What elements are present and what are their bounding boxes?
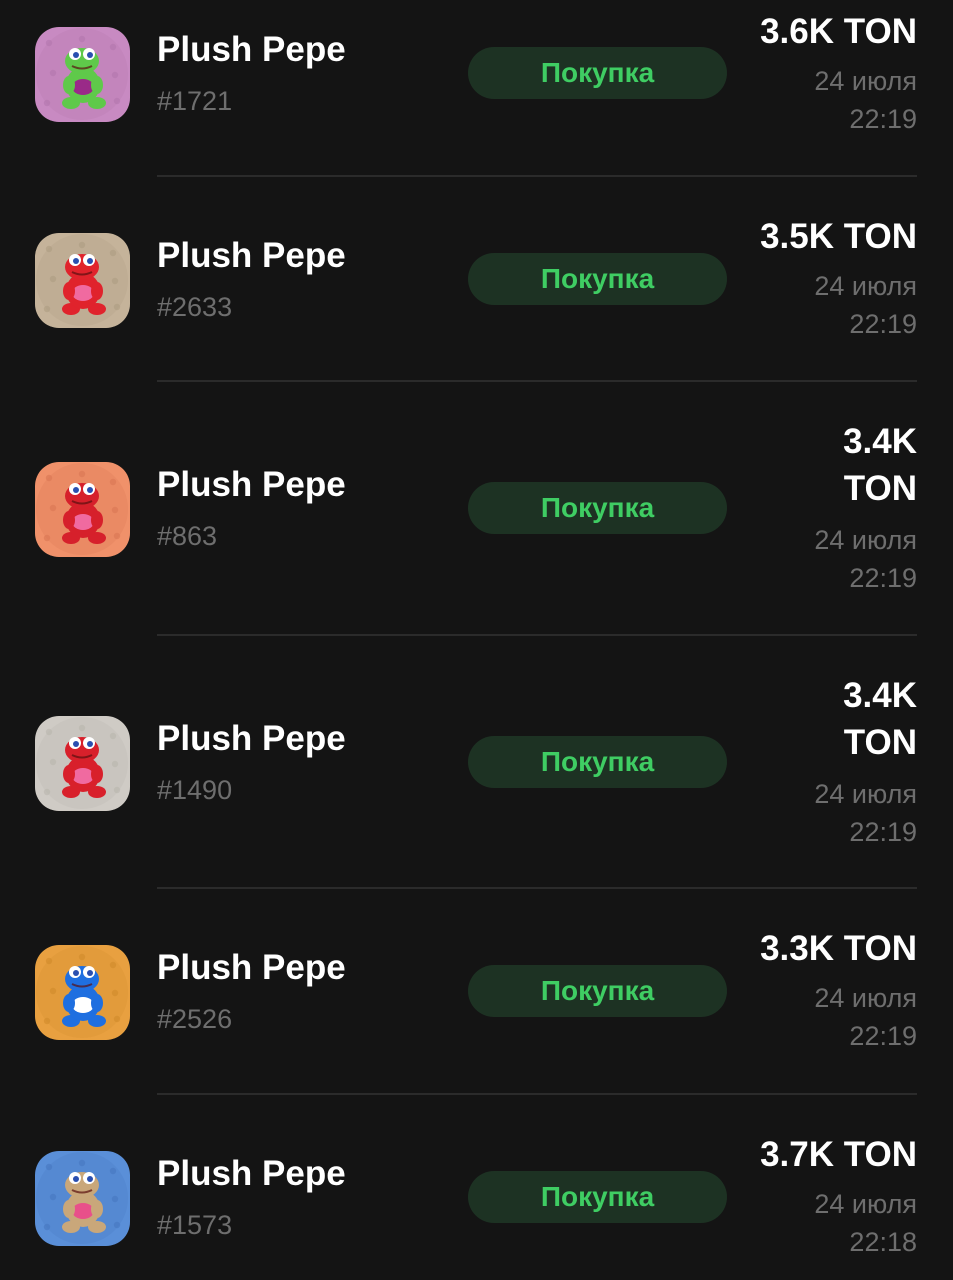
pepe-red-plush-icon [35, 462, 130, 557]
pepe-blue-plush-icon [35, 945, 130, 1040]
item-number: #1490 [157, 775, 233, 805]
item-name: Plush Pepe [157, 465, 346, 504]
item-name: Plush Pepe [157, 1154, 346, 1193]
list-item[interactable]: Plush Pepe #863 Покупка 3.4K TON 24 июля… [0, 382, 953, 635]
item-price: 3.3K TON [760, 929, 917, 968]
pepe-green-plush-icon [35, 27, 130, 122]
purchase-status-button[interactable]: Покупка [468, 47, 727, 99]
item-number: #2633 [157, 292, 233, 322]
purchase-status-button[interactable]: Покупка [468, 253, 727, 305]
item-number: #2526 [157, 1004, 233, 1034]
item-number: #1573 [157, 1210, 233, 1240]
item-price: 3.4K TON [732, 672, 917, 766]
list-item[interactable]: Plush Pepe #2526 Покупка 3.3K TON 24 июл… [0, 889, 953, 1094]
price-amount: 3.4K [843, 422, 917, 461]
purchase-status-button[interactable]: Покупка [468, 482, 727, 534]
item-price: 3.6K TON [760, 12, 917, 51]
item-date: 24 июля [814, 1189, 917, 1219]
purchase-status-button[interactable]: Покупка [468, 1171, 727, 1223]
item-price: 3.5K TON [760, 217, 917, 256]
item-date: 24 июля [814, 779, 917, 809]
item-date: 24 июля [814, 525, 917, 555]
item-number: #1721 [157, 86, 233, 116]
price-amount: 3.4K [843, 676, 917, 715]
item-time: 22:19 [849, 309, 917, 339]
pepe-red-plush-icon [35, 233, 130, 328]
item-name: Plush Pepe [157, 719, 346, 758]
item-name: Plush Pepe [157, 948, 346, 987]
list-item[interactable]: Plush Pepe #2633 Покупка 3.5K TON 24 июл… [0, 177, 953, 382]
price-currency: TON [843, 469, 917, 508]
list-item[interactable]: Plush Pepe #1490 Покупка 3.4K TON 24 июл… [0, 636, 953, 889]
pepe-red-plush-icon [35, 716, 130, 811]
purchase-status-button[interactable]: Покупка [468, 965, 727, 1017]
list-item[interactable]: Plush Pepe #1573 Покупка 3.7K TON 24 июл… [0, 1095, 953, 1280]
item-time: 22:19 [849, 104, 917, 134]
purchase-status-button[interactable]: Покупка [468, 736, 727, 788]
item-date: 24 июля [814, 983, 917, 1013]
item-number: #863 [157, 521, 218, 551]
item-time: 22:18 [849, 1227, 917, 1257]
item-price: 3.4K TON [732, 418, 917, 512]
item-date: 24 июля [814, 66, 917, 96]
price-currency: TON [843, 723, 917, 762]
item-time: 22:19 [849, 1021, 917, 1051]
list-item[interactable]: Plush Pepe #1721 Покупка 3.6K TON 24 июл… [0, 0, 953, 177]
item-name: Plush Pepe [157, 236, 346, 275]
item-time: 22:19 [849, 563, 917, 593]
item-name: Plush Pepe [157, 30, 346, 69]
pepe-tan-plush-icon [35, 1151, 130, 1246]
item-price: 3.7K TON [760, 1135, 917, 1174]
item-date: 24 июля [814, 271, 917, 301]
item-time: 22:19 [849, 817, 917, 847]
